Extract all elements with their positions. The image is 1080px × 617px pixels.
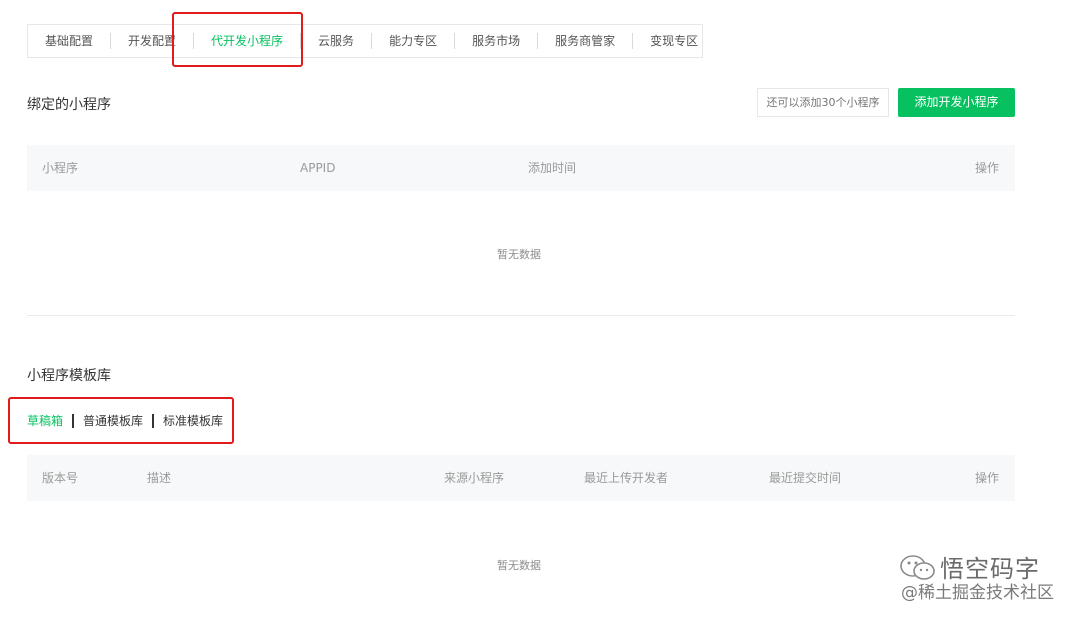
bound-table-header: 小程序 APPID 添加时间 操作 [27, 145, 1015, 191]
tab-label: 变现专区 [650, 34, 699, 48]
tab-label: 能力专区 [389, 34, 438, 48]
col-miniprogram: 小程序 [42, 161, 79, 175]
tab-dev-config[interactable]: 开发配置 [111, 33, 195, 49]
watermark-subtitle: @稀土掘金技术社区 [901, 583, 1054, 603]
add-dev-miniprogram-button[interactable]: 添加开发小程序 [898, 88, 1015, 117]
tab-label: 代开发小程序 [211, 34, 284, 48]
tab-cloud-service[interactable]: 云服务 [301, 33, 373, 49]
bound-section-title: 绑定的小程序 [27, 97, 111, 113]
tab-service-market[interactable]: 服务市场 [455, 33, 539, 49]
col-appid: APPID [300, 161, 336, 175]
top-tab-bar: 基础配置 开发配置 代开发小程序 云服务 能力专区 服务市场 服务商管家 变现专… [27, 24, 703, 58]
tab-capability-zone[interactable]: 能力专区 [372, 33, 456, 49]
bound-empty-state: 暂无数据 [497, 248, 541, 261]
col-description: 描述 [147, 471, 172, 485]
col-last-submit-time: 最近提交时间 [769, 471, 842, 485]
remaining-quota-hint: 还可以添加30个小程序 [757, 88, 889, 117]
col-source-miniprogram: 来源小程序 [444, 471, 505, 485]
col-actions: 操作 [975, 161, 1000, 175]
tab-monetization-zone[interactable]: 变现专区 [633, 33, 715, 49]
template-section-title: 小程序模板库 [27, 368, 111, 384]
tab-drafts[interactable]: 草稿箱 [27, 414, 75, 428]
tab-label: 云服务 [318, 34, 355, 48]
tab-normal-templates[interactable]: 普通模板库 [74, 414, 155, 428]
tab-provider-manager[interactable]: 服务商管家 [538, 33, 634, 49]
tab-basic-config[interactable]: 基础配置 [28, 33, 112, 49]
col-added-time: 添加时间 [528, 161, 577, 175]
tab-label: 服务商管家 [555, 34, 616, 48]
tab-label: 基础配置 [45, 34, 94, 48]
col-actions: 操作 [975, 471, 1000, 485]
tab-standard-templates[interactable]: 标准模板库 [154, 414, 232, 428]
tab-label: 开发配置 [128, 34, 177, 48]
template-tab-bar: 草稿箱 普通模板库 标准模板库 [27, 410, 232, 432]
tab-label: 服务市场 [472, 34, 521, 48]
section-divider [27, 315, 1015, 316]
col-version: 版本号 [42, 471, 79, 485]
template-table-header: 版本号 描述 来源小程序 最近上传开发者 最近提交时间 操作 [27, 455, 1015, 501]
tab-proxy-dev-miniprogram[interactable]: 代开发小程序 [194, 33, 302, 49]
col-last-uploader: 最近上传开发者 [584, 471, 669, 485]
template-empty-state: 暂无数据 [497, 559, 541, 572]
